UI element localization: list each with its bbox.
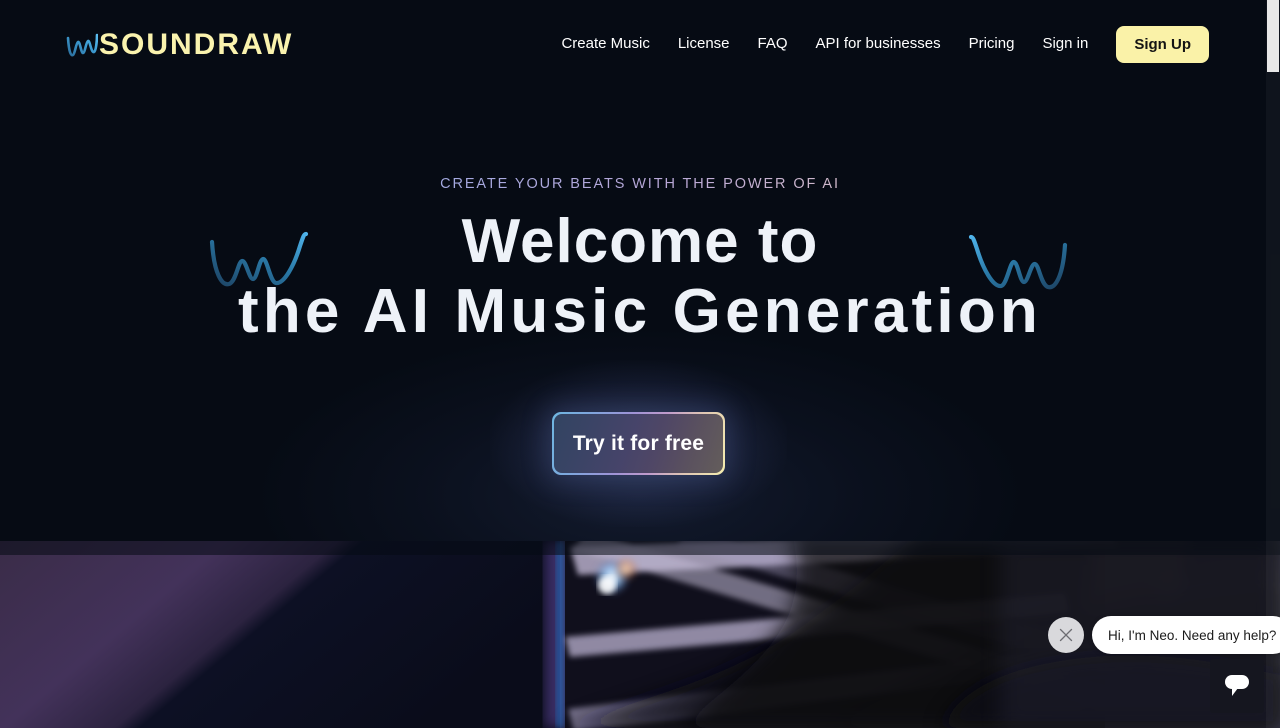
chat-greeting-text: Hi, I'm Neo. Need any help? xyxy=(1108,627,1277,643)
cta-container: Try it for free xyxy=(490,360,787,527)
site-header: SOUNDRAW Create Music License FAQ API fo… xyxy=(0,0,1280,88)
nav-item-license[interactable]: License xyxy=(664,0,744,88)
chat-bubble-icon xyxy=(1225,675,1249,696)
page-title: Welcome to the AI Music Generation xyxy=(0,206,1280,349)
scrollbar-track[interactable] xyxy=(1266,0,1280,728)
cta-label: Try it for free xyxy=(572,431,705,455)
try-it-for-free-button[interactable]: Try it for free xyxy=(552,412,725,475)
chat-close-button[interactable] xyxy=(1048,617,1084,653)
chat-launcher-button[interactable] xyxy=(1210,659,1264,713)
close-icon xyxy=(1059,628,1073,642)
cta-inner: Try it for free xyxy=(553,413,724,474)
hero-background-media xyxy=(0,541,1280,728)
hero-tagline: CREATE YOUR BEATS WITH THE POWER OF AI xyxy=(0,176,1280,192)
page-root: CREATE YOUR BEATS WITH THE POWER OF AI W… xyxy=(0,0,1280,728)
waveform-logo-icon xyxy=(66,33,98,57)
nav-item-pricing[interactable]: Pricing xyxy=(955,0,1029,88)
chat-greeting-bubble[interactable]: Hi, I'm Neo. Need any help? xyxy=(1092,616,1280,654)
main-navigation: Create Music License FAQ API for busines… xyxy=(547,0,1209,88)
nav-item-create-music[interactable]: Create Music xyxy=(547,0,663,88)
sign-up-button[interactable]: Sign Up xyxy=(1116,25,1209,63)
nav-item-api-for-businesses[interactable]: API for businesses xyxy=(802,0,955,88)
logo-text: SOUNDRAW xyxy=(99,28,294,61)
headline-line-2: the AI Music Generation xyxy=(238,277,1042,346)
scrollbar-thumb[interactable] xyxy=(1267,0,1279,72)
media-artwork xyxy=(0,541,1280,728)
headline-line-1: Welcome to xyxy=(461,207,819,276)
logo[interactable]: SOUNDRAW xyxy=(66,24,293,60)
nav-item-sign-in[interactable]: Sign in xyxy=(1028,0,1102,88)
nav-item-faq[interactable]: FAQ xyxy=(744,0,802,88)
